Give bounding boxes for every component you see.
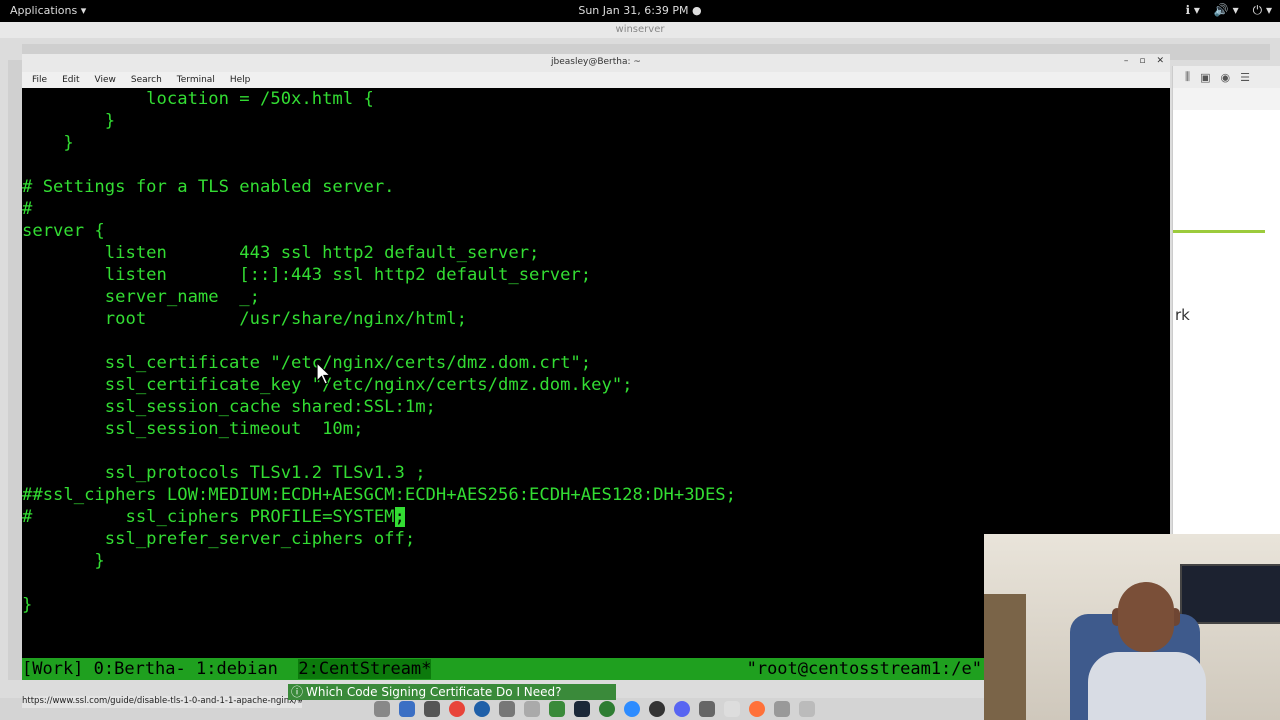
editor-icon[interactable] bbox=[699, 701, 715, 717]
app-icon[interactable] bbox=[774, 701, 790, 717]
account-icon[interactable]: ◉ bbox=[1220, 71, 1230, 84]
library-icon[interactable]: ⫼ bbox=[1185, 70, 1190, 84]
window-controls: – ▫ ✕ bbox=[1124, 56, 1164, 66]
menu-help[interactable]: Help bbox=[220, 72, 256, 88]
dock bbox=[368, 698, 926, 720]
menu-terminal[interactable]: Terminal bbox=[167, 72, 220, 88]
terminal-line: ssl_protocols TLSv1.2 TLSv1.3 ; bbox=[22, 463, 426, 483]
volume-icon[interactable]: 🔊 ▾ bbox=[1214, 3, 1239, 18]
globe-icon[interactable] bbox=[599, 701, 615, 717]
tools-icon[interactable] bbox=[499, 701, 515, 717]
menu-edit[interactable]: Edit bbox=[52, 72, 84, 88]
page-text-fragment: rk bbox=[1175, 306, 1190, 324]
webcam-person-head bbox=[1118, 582, 1174, 652]
document-icon[interactable] bbox=[724, 701, 740, 717]
terminal-icon[interactable] bbox=[424, 701, 440, 717]
terminal-titlebar[interactable]: jbeasley@Bertha: ~ – ▫ ✕ bbox=[22, 54, 1170, 73]
vscode-icon[interactable] bbox=[474, 701, 490, 717]
browser-toolbar: ⫼ ▣ ◉ ☰ bbox=[1173, 66, 1280, 88]
tmux-status-bar: [Work] 0:Bertha- 1:debian 2:CentStream* "… bbox=[22, 658, 984, 680]
terminal-line: } bbox=[22, 551, 105, 571]
terminal-line: } bbox=[22, 133, 74, 153]
clock[interactable]: Sun Jan 31, 6:39 PM ● bbox=[0, 4, 1280, 17]
file-manager-icon[interactable] bbox=[399, 701, 415, 717]
settings-icon[interactable] bbox=[374, 701, 390, 717]
terminal-title: jbeasley@Bertha: ~ bbox=[551, 57, 641, 67]
tmux-session-windows[interactable]: [Work] 0:Bertha- 1:debian bbox=[22, 659, 298, 679]
tmux-host-title: "root@centosstream1:/e" bbox=[746, 659, 982, 679]
minimize-icon[interactable]: – bbox=[1124, 56, 1129, 66]
divider bbox=[1173, 230, 1265, 233]
maximize-icon[interactable]: ▫ bbox=[1139, 56, 1145, 66]
terminal-line: ssl_session_cache shared:SSL:1m; bbox=[22, 397, 436, 417]
terminal-line: ssl_prefer_server_ciphers off; bbox=[22, 529, 416, 549]
terminal-menubar: File Edit View Search Terminal Help bbox=[22, 72, 1170, 88]
webcam-person-body bbox=[1088, 652, 1206, 720]
menu-icon[interactable]: ☰ bbox=[1240, 71, 1250, 84]
info-icon[interactable]: ℹ ▾ bbox=[1185, 3, 1199, 18]
steam-icon[interactable] bbox=[574, 701, 590, 717]
webcam-bookshelf bbox=[984, 594, 1026, 720]
close-icon[interactable]: ✕ bbox=[1156, 56, 1164, 66]
chrome-icon[interactable] bbox=[449, 701, 465, 717]
terminal-line: # bbox=[22, 199, 33, 219]
app-grid-icon[interactable] bbox=[799, 701, 815, 717]
terminal-line: location = /50x.html { bbox=[22, 89, 374, 109]
text-cursor: ; bbox=[394, 507, 405, 527]
top-panel: Applications ▾ Sun Jan 31, 6:39 PM ● ℹ ▾… bbox=[0, 0, 1280, 22]
notification-text: Which Code Signing Certificate Do I Need… bbox=[306, 685, 562, 699]
terminal-line: server { bbox=[22, 221, 105, 241]
menu-file[interactable]: File bbox=[22, 72, 52, 88]
terminal-line-text: # ssl_ciphers PROFILE=SYSTEM bbox=[22, 507, 395, 527]
zoom-icon[interactable] bbox=[624, 701, 640, 717]
terminal-line: root /usr/share/nginx/html; bbox=[22, 309, 467, 329]
browser-page: rk bbox=[1173, 110, 1280, 534]
terminal-line: listen 443 ssl http2 default_server; bbox=[22, 243, 540, 263]
terminal-line: ssl_certificate "/etc/nginx/certs/dmz.do… bbox=[22, 353, 592, 373]
firefox-icon[interactable] bbox=[749, 701, 765, 717]
terminal-line-cursor-row: # ssl_ciphers PROFILE=SYSTEM; bbox=[22, 506, 405, 528]
monitor-icon[interactable] bbox=[549, 701, 565, 717]
terminal-line: } bbox=[22, 595, 33, 615]
app-icon[interactable] bbox=[524, 701, 540, 717]
obs-icon[interactable] bbox=[649, 701, 665, 717]
sidebar-icon[interactable]: ▣ bbox=[1200, 71, 1210, 84]
power-icon[interactable]: ⏻ ▾ bbox=[1253, 3, 1272, 18]
terminal-line: listen [::]:443 ssl http2 default_server… bbox=[22, 265, 592, 285]
discord-icon[interactable] bbox=[674, 701, 690, 717]
terminal-line: # Settings for a TLS enabled server. bbox=[22, 177, 395, 197]
link-status-url: https://www.ssl.com/guide/disable-tls-1-… bbox=[22, 696, 302, 708]
tmux-active-window[interactable]: 2:CentStream* bbox=[298, 659, 432, 679]
side-toolbar bbox=[8, 60, 22, 680]
menu-search[interactable]: Search bbox=[121, 72, 167, 88]
terminal-line: ##ssl_ciphers LOW:MEDIUM:ECDH+AESGCM:ECD… bbox=[22, 485, 736, 505]
terminal-line: ssl_session_timeout 10m; bbox=[22, 419, 364, 439]
terminal-line: server_name _; bbox=[22, 287, 260, 307]
system-tray: ℹ ▾ 🔊 ▾ ⏻ ▾ bbox=[1185, 3, 1272, 18]
terminal-line: } bbox=[22, 111, 116, 131]
webcam-overlay bbox=[984, 534, 1280, 720]
browser-window: ⫼ ▣ ◉ ☰ rk bbox=[1172, 66, 1280, 534]
webcam-monitor bbox=[1180, 564, 1280, 624]
menu-view[interactable]: View bbox=[85, 72, 121, 88]
help-icon: ⓘ bbox=[291, 685, 304, 699]
remote-window-title: winserver bbox=[0, 22, 1280, 38]
